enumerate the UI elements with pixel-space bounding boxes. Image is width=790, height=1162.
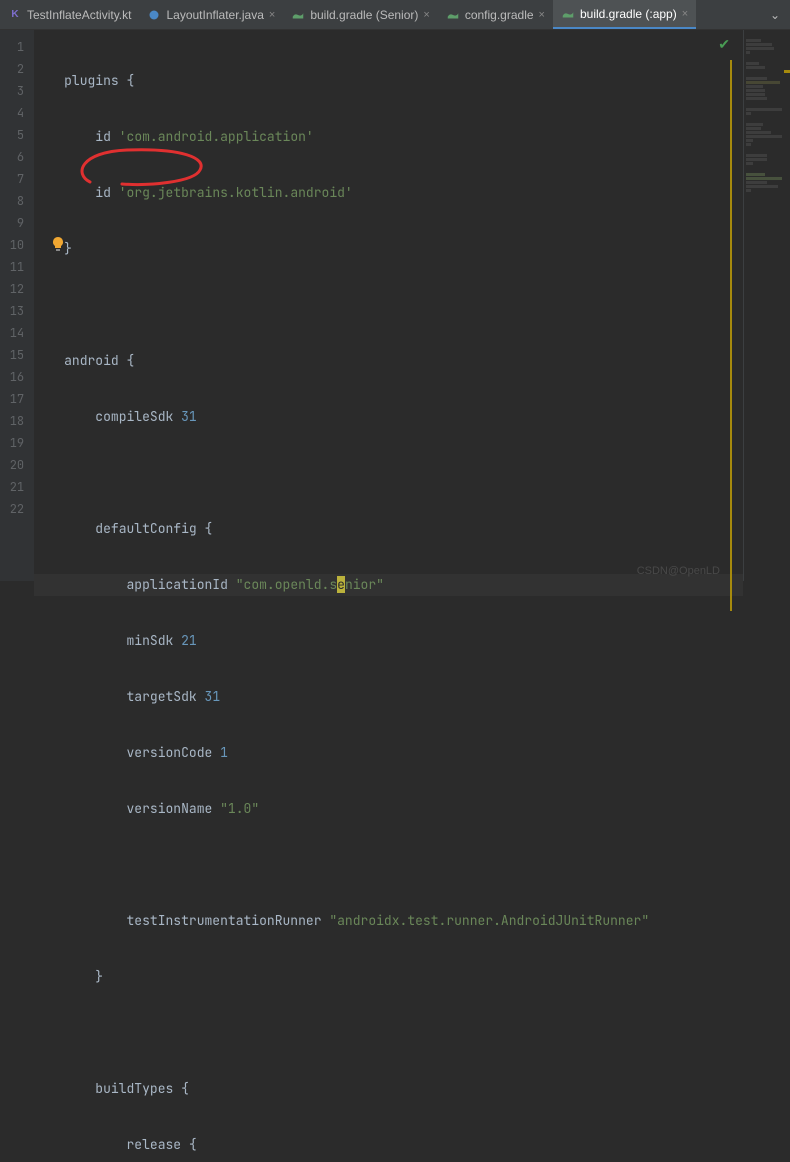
line-number: 4	[0, 102, 34, 124]
line-number: 9	[0, 212, 34, 234]
line-number: 7	[0, 168, 34, 190]
tabs-overflow-button[interactable]: ⌄	[760, 8, 790, 22]
editor: 1 2 3 4 5 6 7 8 9 10 11 12 13 14 15 16 1…	[0, 30, 790, 581]
line-number: 12	[0, 278, 34, 300]
line-number: 14	[0, 322, 34, 344]
editor-tabs: TestInflateActivity.kt LayoutInflater.ja…	[0, 0, 790, 30]
line-number: 18	[0, 410, 34, 432]
tab-test-inflate-activity[interactable]: TestInflateActivity.kt	[0, 0, 139, 29]
line-number: 11	[0, 256, 34, 278]
line-number: 22	[0, 498, 34, 520]
minimap[interactable]	[743, 30, 782, 581]
close-icon[interactable]: ×	[682, 8, 688, 20]
inspection-ok-icon[interactable]: ✔	[718, 36, 730, 53]
line-number: 10	[0, 234, 34, 256]
line-number: 1	[0, 36, 34, 58]
line-number: 13	[0, 300, 34, 322]
watermark-text: CSDN@OpenLD	[637, 565, 720, 577]
line-number: 6	[0, 146, 34, 168]
line-number: 8	[0, 190, 34, 212]
java-icon	[147, 8, 161, 22]
line-number: 3	[0, 80, 34, 102]
line-number: 21	[0, 476, 34, 498]
line-gutter: 1 2 3 4 5 6 7 8 9 10 11 12 13 14 15 16 1…	[0, 30, 34, 581]
close-icon[interactable]: ×	[539, 9, 545, 21]
code-area[interactable]: plugins { id 'com.android.application' i…	[34, 30, 743, 581]
close-icon[interactable]: ×	[269, 9, 275, 21]
line-number: 16	[0, 366, 34, 388]
kotlin-icon	[8, 8, 22, 22]
close-icon[interactable]: ×	[423, 9, 429, 21]
line-number: 15	[0, 344, 34, 366]
tab-label: build.gradle (:app)	[580, 7, 677, 21]
line-number: 20	[0, 454, 34, 476]
line-number: 5	[0, 124, 34, 146]
tab-label: LayoutInflater.java	[166, 8, 263, 22]
gradle-icon	[446, 8, 460, 22]
tab-label: config.gradle	[465, 8, 534, 22]
error-stripe[interactable]	[782, 30, 790, 581]
tab-label: TestInflateActivity.kt	[27, 8, 131, 22]
line-number: 17	[0, 388, 34, 410]
tab-label: build.gradle (Senior)	[310, 8, 418, 22]
tab-build-gradle-app[interactable]: build.gradle (:app) ×	[553, 0, 696, 29]
intention-bulb-icon[interactable]	[50, 236, 66, 252]
gradle-icon	[561, 7, 575, 21]
tab-config-gradle[interactable]: config.gradle ×	[438, 0, 553, 29]
tab-build-gradle-senior[interactable]: build.gradle (Senior) ×	[283, 0, 438, 29]
tab-layout-inflater[interactable]: LayoutInflater.java ×	[139, 0, 283, 29]
line-number: 19	[0, 432, 34, 454]
gradle-icon	[291, 8, 305, 22]
right-margin-line	[730, 60, 732, 611]
line-number: 2	[0, 58, 34, 80]
